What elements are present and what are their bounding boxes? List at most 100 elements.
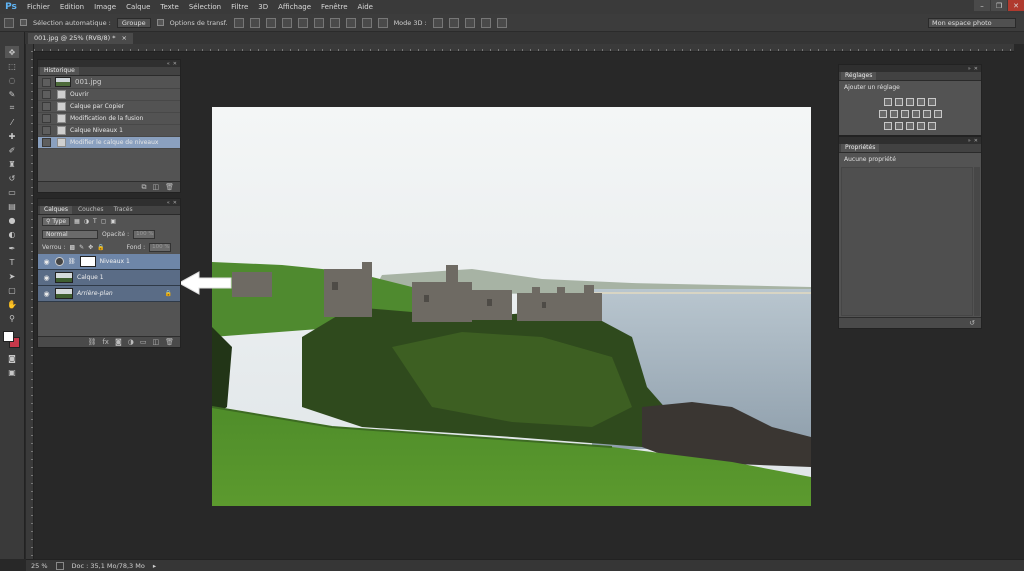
history-step[interactable]: Calque par Copier (38, 101, 180, 113)
panel-close-icon[interactable]: ✕ (173, 61, 177, 67)
lock-all-icon[interactable]: 🔒 (97, 244, 104, 251)
opacity-field[interactable]: 100 % (133, 230, 156, 239)
collapse-icon[interactable]: » (968, 66, 971, 72)
curves-icon[interactable] (906, 98, 914, 106)
healing-tool-icon[interactable]: ✚ (5, 130, 19, 142)
distribute-bottom-icon[interactable] (361, 17, 372, 28)
new-group-icon[interactable]: ▭ (140, 338, 147, 346)
screen-mode-icon[interactable]: ▣ (5, 366, 19, 378)
layer-style-icon[interactable]: fx (102, 338, 109, 346)
history-snapshot[interactable]: 001.jpg (38, 76, 180, 89)
menu-fichier[interactable]: Fichier (22, 0, 55, 14)
history-brush-tool-icon[interactable]: ↺ (5, 172, 19, 184)
foreground-color-swatch[interactable] (3, 331, 14, 342)
brightness-icon[interactable] (884, 98, 892, 106)
align-top-icon[interactable] (233, 17, 244, 28)
history-step-checkbox[interactable] (42, 102, 51, 111)
history-step-checkbox[interactable] (42, 90, 51, 99)
new-adjustment-icon[interactable]: ◑ (128, 338, 134, 346)
dodge-tool-icon[interactable]: ◐ (5, 228, 19, 240)
pen-tool-icon[interactable]: ✒ (5, 242, 19, 254)
tab-couches[interactable]: Couches (74, 206, 108, 214)
gradient-map-icon[interactable] (917, 122, 925, 130)
hue-saturation-icon[interactable] (878, 110, 887, 118)
tab-proprietes[interactable]: Propriétés (841, 144, 880, 152)
type-tool-icon[interactable]: T (5, 256, 19, 268)
zoom-tool-icon[interactable]: ⚲ (5, 312, 19, 324)
minimize-button[interactable]: – (974, 0, 990, 11)
align-vcenter-icon[interactable] (249, 17, 260, 28)
lock-transparent-icon[interactable]: ▩ (69, 244, 75, 251)
zoom-level[interactable]: 25 % (31, 562, 48, 570)
blur-tool-icon[interactable]: ● (5, 214, 19, 226)
brush-tool-icon[interactable]: ✐ (5, 144, 19, 156)
filter-shape-icon[interactable]: ▢ (101, 218, 107, 225)
invert-icon[interactable] (884, 122, 892, 130)
photo-filter-icon[interactable] (911, 110, 920, 118)
history-step[interactable]: Modification de la fusion (38, 113, 180, 125)
panel-close-icon[interactable]: ✕ (974, 66, 978, 72)
levels-icon[interactable] (895, 98, 903, 106)
drag-3d-icon[interactable] (464, 17, 475, 28)
panel-close-icon[interactable]: ✕ (173, 200, 177, 206)
collapse-icon[interactable]: « (167, 61, 170, 67)
close-window-button[interactable]: ✕ (1008, 0, 1024, 11)
vibrance-icon[interactable] (928, 98, 936, 106)
snapshot-camera-icon[interactable]: ◫ (152, 183, 159, 191)
status-menu-icon[interactable] (55, 561, 64, 570)
filter-adjustment-icon[interactable]: ◑ (84, 218, 89, 225)
document-tab[interactable]: 001.jpg @ 25% (RVB/8) * × (28, 33, 133, 44)
add-mask-icon[interactable]: ◙ (115, 338, 122, 346)
channel-mixer-icon[interactable] (922, 110, 931, 118)
menu-3d[interactable]: 3D (253, 0, 273, 14)
layer-filter-dropdown[interactable]: ⚲ Type (42, 217, 71, 226)
trash-icon[interactable]: 🗑 (165, 183, 174, 191)
filter-type-icon[interactable]: T (93, 218, 97, 225)
history-step-active[interactable]: Modifier le calque de niveaux (38, 137, 180, 149)
color-balance-icon[interactable] (889, 110, 898, 118)
filter-pixel-icon[interactable]: ▦ (74, 218, 80, 225)
distribute-vcenter-icon[interactable] (345, 17, 356, 28)
black-white-icon[interactable] (900, 110, 909, 118)
quick-mask-icon[interactable]: ◙ (5, 352, 19, 364)
new-layer-icon[interactable]: ◫ (152, 338, 159, 346)
tab-reglages[interactable]: Réglages (841, 72, 877, 80)
align-bottom-icon[interactable] (265, 17, 276, 28)
roll-3d-icon[interactable] (448, 17, 459, 28)
layer-row-calque-1[interactable]: ◉ Calque 1 (38, 270, 180, 286)
menu-edition[interactable]: Edition (55, 0, 89, 14)
scale-3d-icon[interactable] (496, 17, 507, 28)
tab-historique[interactable]: Historique (40, 67, 79, 75)
posterize-icon[interactable] (895, 122, 903, 130)
fill-field[interactable]: 100 % (149, 243, 172, 252)
history-step-checkbox[interactable] (42, 126, 51, 135)
new-document-from-state-icon[interactable]: ⧉ (141, 183, 146, 192)
layer-mask-thumbnail[interactable] (79, 256, 96, 267)
panel-close-icon[interactable]: ✕ (974, 138, 978, 144)
transform-controls-checkbox[interactable] (156, 19, 164, 26)
color-lookup-icon[interactable] (933, 110, 942, 118)
selective-color-icon[interactable] (928, 122, 936, 130)
rotate-3d-icon[interactable] (432, 17, 443, 28)
close-tab-icon[interactable]: × (121, 33, 126, 44)
layer-row-niveaux[interactable]: ◉ ⛓ Niveaux 1 (38, 254, 180, 270)
eraser-tool-icon[interactable]: ▭ (5, 186, 19, 198)
blend-mode-dropdown[interactable]: Normal (42, 230, 98, 239)
document-canvas-photo[interactable] (212, 107, 811, 506)
lock-position-icon[interactable]: ✥ (88, 244, 93, 251)
tab-traces[interactable]: Tracés (110, 206, 137, 214)
align-left-icon[interactable] (281, 17, 292, 28)
threshold-icon[interactable] (906, 122, 914, 130)
layer-row-arriere-plan[interactable]: ◉ Arrière-plan 🔒 (38, 286, 180, 302)
gradient-tool-icon[interactable]: ▤ (5, 200, 19, 212)
history-brush-source-checkbox[interactable] (42, 77, 51, 87)
menu-fenetre[interactable]: Fenêtre (316, 0, 352, 14)
path-select-tool-icon[interactable]: ➤ (5, 270, 19, 282)
slide-3d-icon[interactable] (480, 17, 491, 28)
move-tool-icon[interactable]: ✥ (5, 46, 19, 58)
clone-stamp-tool-icon[interactable]: ♜ (5, 158, 19, 170)
restore-button[interactable]: ❐ (991, 0, 1007, 11)
exposure-icon[interactable] (917, 98, 925, 106)
status-arrow-icon[interactable]: ▸ (153, 562, 156, 570)
eye-icon[interactable]: ◉ (42, 273, 51, 282)
